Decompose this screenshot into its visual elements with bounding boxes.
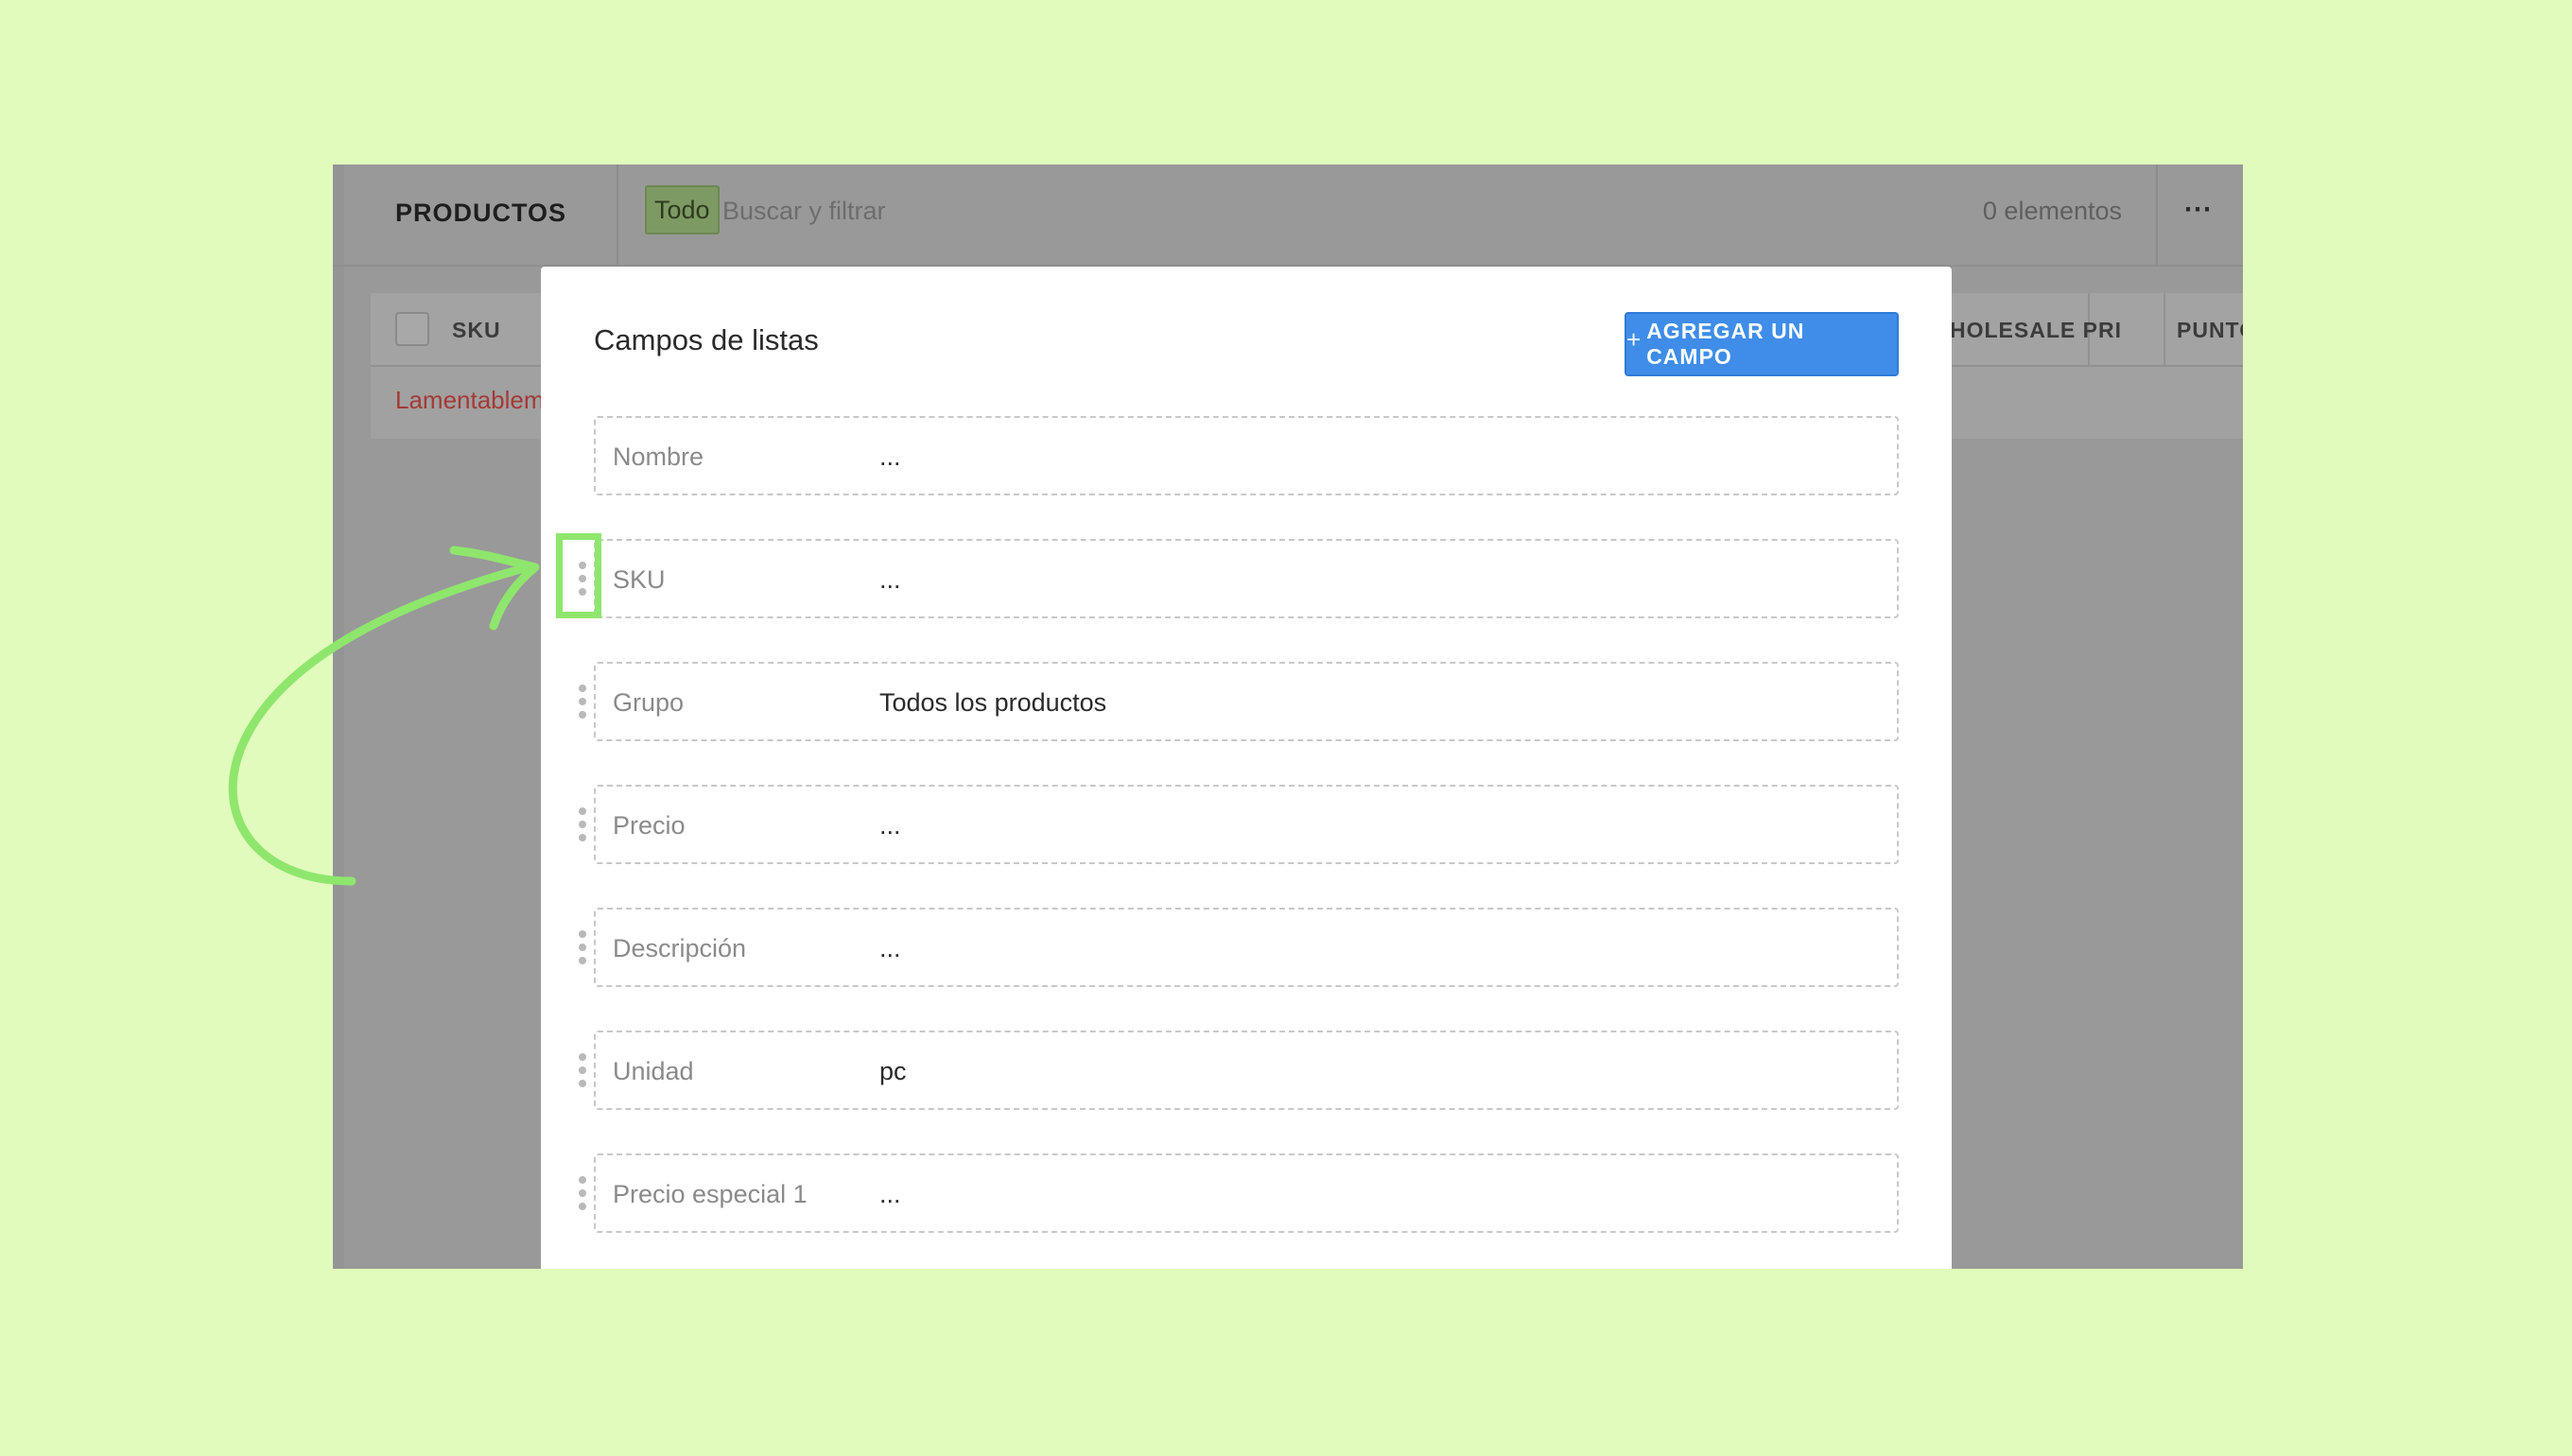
drag-handle-icon[interactable] xyxy=(577,685,586,719)
add-field-button-label: AGREGAR UN CAMPO xyxy=(1646,319,1805,369)
field-label: Descripción xyxy=(613,934,747,962)
topbar-divider xyxy=(2156,165,2158,265)
list-fields-modal: Campos de listas + AGREGAR UN CAMPO Nomb… xyxy=(541,267,1952,1269)
field-label: Precio especial 1 xyxy=(613,1180,808,1208)
field-label: Precio xyxy=(613,811,686,840)
annotation-highlight-box xyxy=(556,533,601,618)
topbar-divider xyxy=(617,165,618,265)
drag-handle-icon[interactable] xyxy=(577,807,586,841)
field-row-descripcion[interactable]: Descripción ... xyxy=(594,908,1899,987)
field-value: ... xyxy=(879,934,901,962)
item-count: 0 elementos xyxy=(1982,197,2122,225)
select-all-checkbox[interactable] xyxy=(395,312,429,346)
add-field-button[interactable]: + AGREGAR UN CAMPO xyxy=(1625,312,1899,376)
plus-icon: + xyxy=(1626,324,1642,354)
filter-chip-todo[interactable]: Todo xyxy=(645,185,720,234)
page-title: PRODUCTOS xyxy=(395,199,567,227)
field-value: ... xyxy=(879,565,901,594)
more-horizontal-icon[interactable]: ⋯ xyxy=(2183,193,2213,226)
field-label: Unidad xyxy=(613,1057,694,1085)
annotation-arrow-icon xyxy=(228,546,540,886)
field-value: ... xyxy=(879,811,901,840)
field-row-precio[interactable]: Precio ... xyxy=(594,785,1899,864)
field-row-unidad[interactable]: Unidad pc xyxy=(594,1031,1899,1110)
drag-handle-icon[interactable] xyxy=(577,1053,586,1087)
field-label: SKU xyxy=(613,565,666,594)
modal-title: Campos de listas xyxy=(594,323,819,356)
column-header-puntos[interactable]: PUNTOS I xyxy=(2177,318,2243,343)
field-value: ... xyxy=(879,1180,901,1208)
column-header-sku[interactable]: SKU xyxy=(452,318,501,343)
drag-handle-icon[interactable] xyxy=(577,1176,586,1210)
field-row-precio-especial-1[interactable]: Precio especial 1 ... xyxy=(594,1153,1899,1233)
field-row-grupo[interactable]: Grupo Todos los productos xyxy=(594,662,1899,741)
column-divider xyxy=(2164,293,2165,365)
field-value: pc xyxy=(879,1057,907,1085)
field-label: Nombre xyxy=(613,442,704,471)
field-value: Todos los productos xyxy=(879,688,1107,717)
app-topbar: PRODUCTOS Todo Buscar y filtrar 0 elemen… xyxy=(333,165,2243,267)
column-header-wholesale-price[interactable]: HOLESALE PRI xyxy=(1950,318,2122,343)
field-label: Grupo xyxy=(613,688,685,717)
field-row-sku[interactable]: SKU ... xyxy=(594,539,1899,618)
empty-table-message: Lamentablem xyxy=(395,386,545,414)
search-input[interactable]: Buscar y filtrar xyxy=(722,197,886,226)
drag-handle-icon[interactable] xyxy=(577,930,586,964)
field-row-nombre[interactable]: Nombre ... xyxy=(594,416,1899,495)
field-value: ... xyxy=(879,442,901,471)
